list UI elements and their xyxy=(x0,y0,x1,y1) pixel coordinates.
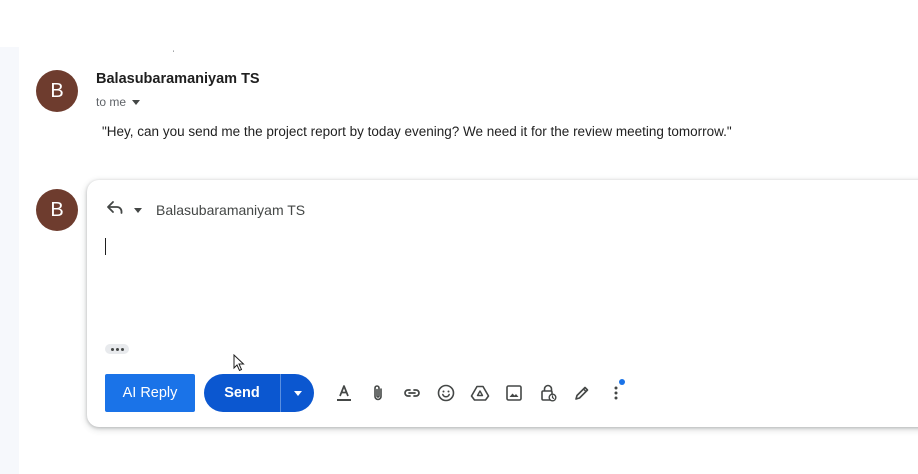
reply-type-dropdown-icon[interactable] xyxy=(134,207,142,213)
recipient-name[interactable]: Balasubaramaniyam TS xyxy=(156,202,305,218)
signature-pen-icon[interactable] xyxy=(565,379,599,407)
notification-dot xyxy=(619,379,625,385)
avatar-letter: B xyxy=(50,79,64,102)
formatting-toolbar xyxy=(327,379,633,407)
chevron-down-icon xyxy=(132,100,141,105)
link-icon[interactable] xyxy=(395,379,429,407)
compose-body-input[interactable] xyxy=(105,238,106,255)
to-me-label: to me xyxy=(96,95,127,109)
scroll-fragment: ˌ xyxy=(172,42,176,53)
confidential-lock-icon[interactable] xyxy=(531,379,565,407)
image-icon[interactable] xyxy=(497,379,531,407)
drive-icon[interactable] xyxy=(463,379,497,407)
show-trimmed-content-button[interactable] xyxy=(105,344,129,354)
sender-avatar[interactable]: B xyxy=(36,70,78,112)
chevron-down-icon xyxy=(293,391,302,396)
attach-icon[interactable] xyxy=(361,379,395,407)
more-options-icon[interactable] xyxy=(599,379,633,407)
send-options-button[interactable] xyxy=(280,374,314,412)
emoji-icon[interactable] xyxy=(429,379,463,407)
reply-type-icon[interactable] xyxy=(106,199,124,220)
recipient-details-toggle[interactable]: to me xyxy=(96,95,141,109)
reply-composer: Balasubaramaniyam TS AI Reply Send xyxy=(87,180,918,427)
left-rail xyxy=(0,47,19,474)
send-button[interactable]: Send xyxy=(204,374,280,412)
text-format-icon[interactable] xyxy=(327,379,361,407)
my-avatar: B xyxy=(36,189,78,231)
send-button-group: Send xyxy=(204,374,314,412)
ai-reply-button[interactable]: AI Reply xyxy=(105,374,195,412)
avatar-letter: B xyxy=(50,198,64,221)
message-body: "Hey, can you send me the project report… xyxy=(102,124,732,139)
sender-name: Balasubaramaniyam TS xyxy=(96,71,260,87)
reply-header: Balasubaramaniyam TS xyxy=(106,199,305,220)
